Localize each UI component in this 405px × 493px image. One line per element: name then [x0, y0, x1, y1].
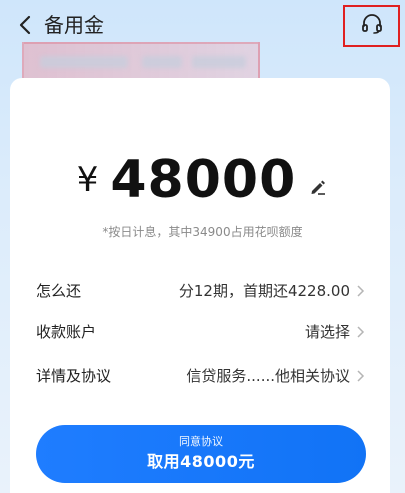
cta-main-label: 取用48000元 [147, 452, 255, 471]
back-chevron-icon[interactable] [16, 14, 34, 36]
repayment-plan-row[interactable]: 怎么还 分12期，首期还4228.00 [36, 275, 366, 305]
cta-sub-label: 同意协议 [179, 435, 223, 448]
row-value: 请选择 [304, 322, 350, 341]
receiving-account-row[interactable]: 收款账户 请选择 [36, 316, 366, 346]
edit-pencil-icon[interactable] [308, 177, 328, 197]
details-agreement-row[interactable]: 详情及协议 信贷服务......他相关协议 [36, 360, 366, 390]
redacted-info-banner [22, 42, 260, 80]
loan-amount[interactable]: 48000 [110, 150, 296, 210]
row-label: 收款账户 [36, 322, 97, 341]
amount-display: ¥ 48000 [0, 150, 405, 210]
row-value: 分12期，首期还4228.00 [178, 281, 350, 300]
chevron-right-icon [356, 283, 366, 297]
chevron-right-icon [356, 324, 366, 338]
row-value: 信贷服务......他相关协议 [186, 366, 350, 385]
chevron-right-icon [356, 368, 366, 382]
agree-and-borrow-button[interactable]: 同意协议 取用48000元 [36, 425, 366, 483]
row-label: 怎么还 [36, 281, 82, 300]
row-label: 详情及协议 [36, 366, 112, 385]
currency-symbol: ¥ [76, 160, 99, 200]
headset-icon [360, 12, 384, 40]
customer-service-button[interactable] [343, 5, 400, 47]
page-title: 备用金 [44, 13, 104, 37]
interest-note: *按日计息，其中34900占用花呗额度 [102, 225, 303, 239]
